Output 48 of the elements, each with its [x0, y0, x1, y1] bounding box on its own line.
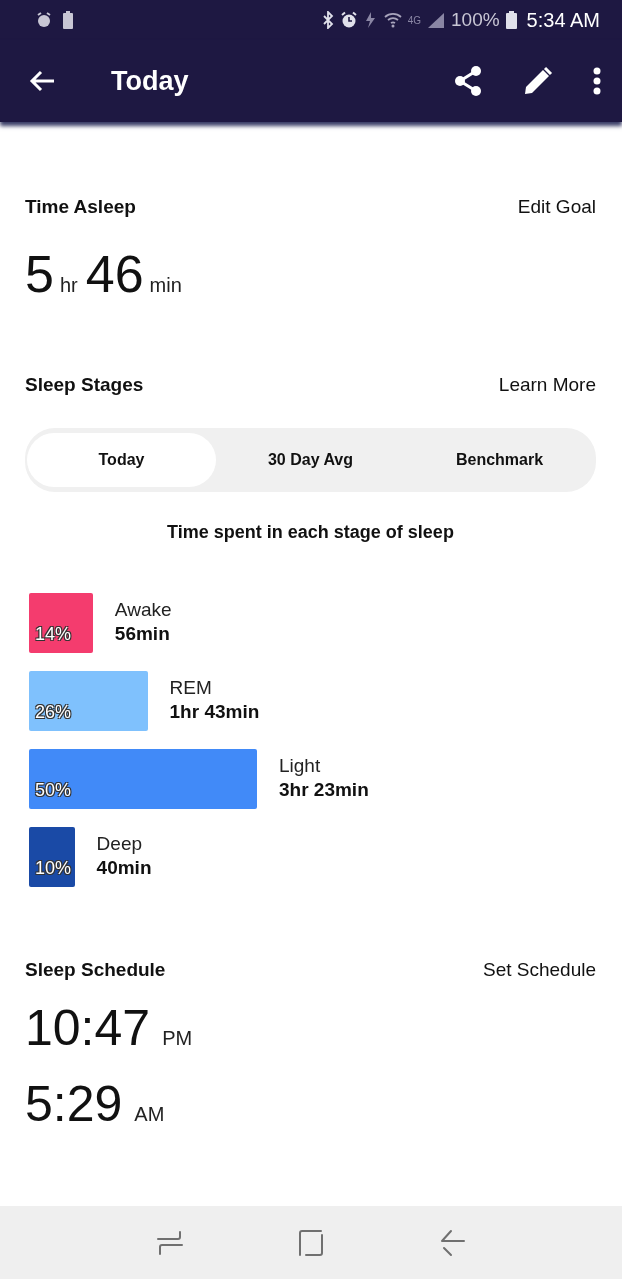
hours-value: 5: [25, 244, 54, 304]
stage-name: Light: [279, 755, 322, 777]
tab[interactable]: Benchmark: [405, 433, 594, 487]
bluetooth-icon: [321, 11, 334, 29]
battery-percent: 100%: [451, 9, 500, 31]
more-icon[interactable]: [593, 67, 601, 95]
time-period: AM: [134, 1103, 165, 1126]
schedule-time: 10:47: [25, 999, 151, 1057]
network-type: 4G: [407, 14, 421, 26]
battery-icon: [505, 11, 517, 29]
stage-name: Deep: [96, 833, 143, 855]
minutes-unit: min: [149, 274, 182, 297]
wifi-icon: [383, 12, 402, 28]
tab[interactable]: 30 Day Avg: [216, 433, 405, 487]
tab[interactable]: Today: [27, 433, 216, 487]
flash-icon: [363, 11, 378, 29]
stage-bar: 50%: [29, 749, 257, 809]
stage-duration: 56min: [114, 623, 171, 645]
stage-name: Awake: [114, 599, 172, 621]
stage-duration: 40min: [96, 857, 152, 879]
recent-apps-icon[interactable]: [157, 1228, 184, 1257]
section-title: Sleep Schedule: [25, 959, 166, 981]
schedule-time: 5:29: [25, 1075, 123, 1133]
stage-bar: 26%: [29, 671, 148, 731]
learn-more-link[interactable]: Learn More: [498, 374, 596, 396]
home-icon[interactable]: [298, 1228, 324, 1257]
share-icon[interactable]: [453, 65, 483, 97]
minutes-value: 46: [85, 244, 144, 304]
time-period: PM: [162, 1027, 193, 1050]
set-schedule-link[interactable]: Set Schedule: [482, 959, 596, 981]
stage-duration: 1hr 43min: [169, 701, 260, 723]
edit-icon[interactable]: [523, 66, 553, 96]
battery-icon: [62, 11, 74, 29]
section-title: Sleep Stages: [25, 374, 144, 396]
alarm-icon: [339, 11, 358, 29]
clock: 5:34 AM: [526, 8, 600, 32]
hours-unit: hr: [59, 274, 78, 297]
stage-bar: 10%: [29, 827, 75, 887]
screen-title: Today: [111, 65, 189, 97]
stage-duration: 3hr 23min: [279, 779, 369, 801]
back-icon[interactable]: [29, 70, 55, 92]
signal-icon: [427, 12, 445, 28]
stage-bar: 14%: [29, 593, 93, 653]
alarm-icon: [36, 12, 52, 28]
stage-name: REM: [169, 677, 213, 699]
edit-goal-link[interactable]: Edit Goal: [517, 196, 596, 218]
section-title: Time Asleep: [25, 196, 136, 218]
chart-subtitle: Time spent in each stage of sleep: [166, 522, 455, 543]
